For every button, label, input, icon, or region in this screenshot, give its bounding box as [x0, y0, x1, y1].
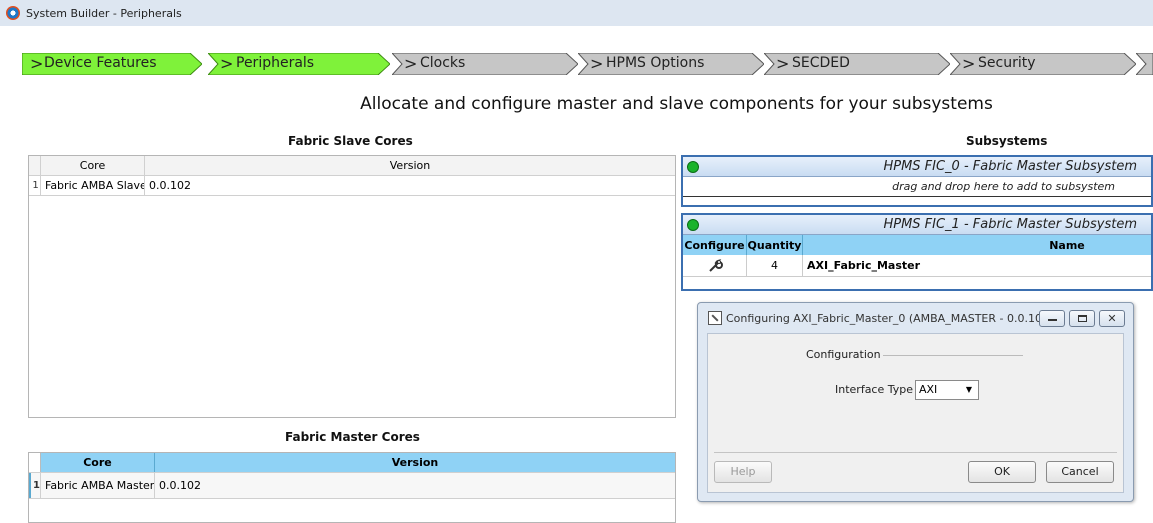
- chevron-right-icon: >: [404, 54, 418, 73]
- subsystem-title: HPMS FIC_0 - Fabric Master Subsystem: [883, 159, 1137, 174]
- column-core[interactable]: Core: [41, 156, 145, 175]
- subsystem-header: HPMS FIC_0 - Fabric Master Subsystem: [683, 157, 1151, 177]
- chevron-right-icon: >: [30, 54, 44, 73]
- dropdown-arrow-icon: ▼: [965, 385, 972, 394]
- cancel-button[interactable]: Cancel: [1046, 461, 1114, 483]
- interface-type-select[interactable]: AXI ▼: [915, 380, 979, 400]
- subsystems-title: Subsystems: [966, 134, 1048, 148]
- step-hpms-options[interactable]: > HPMS Options: [578, 53, 764, 75]
- step-label: SECDED: [792, 55, 850, 71]
- ok-button[interactable]: OK: [968, 461, 1036, 483]
- page-headline: Allocate and configure master and slave …: [360, 94, 993, 114]
- step-peripherals[interactable]: > Peripherals: [208, 53, 390, 75]
- help-button[interactable]: Help: [714, 461, 772, 483]
- table-header: Core Version: [29, 453, 675, 473]
- name-cell[interactable]: AXI_Fabric_Master: [803, 255, 1151, 276]
- step-device-features[interactable]: > Device Features: [22, 53, 202, 75]
- chevron-right-icon: >: [220, 54, 234, 73]
- dialog-title: Configuring AXI_Fabric_Master_0 (AMBA_MA…: [726, 311, 1054, 325]
- dialog-window-controls: ✕: [1039, 310, 1125, 327]
- subsystem-table-header: Configure Quantity Name: [683, 235, 1151, 255]
- table-row[interactable]: 1 Fabric AMBA Slave 0.0.102: [29, 176, 675, 196]
- column-version[interactable]: Version: [155, 453, 675, 472]
- chevron-right-icon: >: [776, 54, 790, 73]
- column-name[interactable]: Name: [803, 235, 1151, 255]
- close-button[interactable]: ✕: [1099, 310, 1125, 327]
- subsystem-fic1[interactable]: HPMS FIC_1 - Fabric Master Subsystem Con…: [681, 213, 1153, 291]
- maximize-icon: [1078, 315, 1087, 322]
- row-number: 1: [29, 473, 41, 498]
- step-label: Device Features: [44, 55, 157, 71]
- chevron-right-icon: >: [590, 54, 604, 73]
- select-value: AXI: [919, 383, 938, 396]
- core-cell[interactable]: Fabric AMBA Slave: [41, 176, 145, 195]
- quantity-cell: 4: [747, 255, 803, 276]
- button-separator: [714, 452, 1117, 453]
- step-label: Clocks: [420, 55, 466, 71]
- window-title: System Builder - Peripherals: [26, 6, 182, 20]
- app-logo-icon: [6, 6, 20, 20]
- configuration-group-label: Configuration: [806, 348, 881, 361]
- fabric-master-title: Fabric Master Cores: [285, 430, 420, 444]
- step-label: HPMS Options: [606, 55, 705, 71]
- table-row[interactable]: 4 AXI_Fabric_Master: [683, 255, 1151, 277]
- core-cell[interactable]: Fabric AMBA Master: [41, 473, 155, 498]
- subsystem-fic0[interactable]: HPMS FIC_0 - Fabric Master Subsystem dra…: [681, 155, 1153, 207]
- wrench-icon[interactable]: [707, 258, 723, 274]
- column-version[interactable]: Version: [145, 156, 675, 175]
- step-label: Peripherals: [236, 55, 315, 71]
- fabric-slave-title: Fabric Slave Cores: [288, 134, 413, 148]
- step-security[interactable]: > Security: [950, 53, 1136, 75]
- row-number: 1: [29, 176, 41, 195]
- column-core[interactable]: Core: [41, 453, 155, 472]
- step-next-partial: [1136, 53, 1153, 75]
- version-cell: 0.0.102: [149, 179, 191, 192]
- table-row[interactable]: 1 Fabric AMBA Master 0.0.102: [29, 473, 675, 499]
- table-header: Core Version: [29, 156, 675, 176]
- subsystem-header: HPMS FIC_1 - Fabric Master Subsystem: [683, 215, 1151, 235]
- chevron-right-icon: >: [962, 54, 976, 73]
- configure-dialog: Configuring AXI_Fabric_Master_0 (AMBA_MA…: [697, 302, 1134, 502]
- fabric-master-table: Core Version 1 Fabric AMBA Master 0.0.10…: [28, 452, 676, 523]
- dialog-app-icon: [708, 311, 722, 325]
- column-configure[interactable]: Configure: [683, 235, 747, 255]
- column-quantity[interactable]: Quantity: [747, 235, 803, 255]
- version-cell: 0.0.102: [159, 479, 201, 492]
- minimize-icon: [1048, 319, 1057, 321]
- drop-zone[interactable]: drag and drop here to add to subsystem: [683, 177, 1151, 197]
- group-divider: [883, 355, 1023, 356]
- status-led-icon: [687, 160, 699, 173]
- dialog-body: Configuration Interface Type AXI ▼ Help …: [707, 333, 1124, 493]
- dialog-titlebar[interactable]: Configuring AXI_Fabric_Master_0 (AMBA_MA…: [698, 303, 1133, 333]
- interface-type-label: Interface Type: [835, 383, 914, 396]
- minimize-button[interactable]: [1039, 310, 1065, 327]
- configure-cell[interactable]: [683, 255, 747, 276]
- step-clocks[interactable]: > Clocks: [392, 53, 578, 75]
- wizard-steps: > Device Features > Peripherals > Clocks…: [22, 53, 1153, 77]
- subsystem-title: HPMS FIC_1 - Fabric Master Subsystem: [883, 217, 1137, 232]
- maximize-button[interactable]: [1069, 310, 1095, 327]
- status-led-icon: [687, 218, 699, 231]
- close-icon: ✕: [1107, 312, 1117, 325]
- fabric-slave-table: Core Version 1 Fabric AMBA Slave 0.0.102: [28, 155, 676, 418]
- step-secded[interactable]: > SECDED: [764, 53, 950, 75]
- window-titlebar: System Builder - Peripherals: [0, 0, 1153, 26]
- step-label: Security: [978, 55, 1036, 71]
